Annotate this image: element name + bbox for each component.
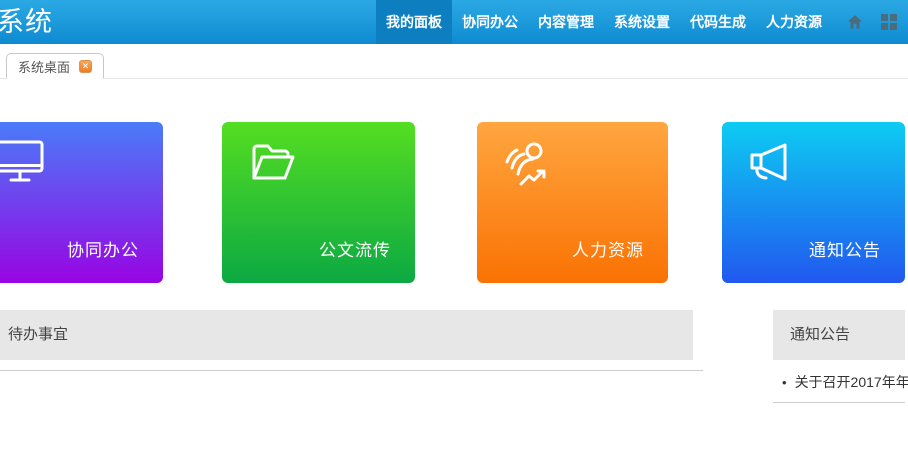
notice-list-item[interactable]: • 关于召开2017年年 <box>773 369 908 396</box>
tile-notice[interactable]: 通知公告 <box>722 122 905 283</box>
nav-item-code-gen[interactable]: 代码生成 <box>680 0 756 44</box>
tile-label: 人力资源 <box>572 236 644 261</box>
tile-label: 协同办公 <box>67 236 139 261</box>
nav-item-my-dashboard[interactable]: 我的面板 <box>376 0 452 44</box>
notice-separator <box>773 402 905 403</box>
people-trend-icon <box>503 140 553 188</box>
bullet-icon: • <box>782 369 787 396</box>
tile-hr[interactable]: 人力资源 <box>477 122 668 283</box>
megaphone-icon <box>748 140 796 186</box>
header-icon-group <box>846 0 898 44</box>
main-nav: 我的面板 协同办公 内容管理 系统设置 代码生成 人力资源 <box>376 0 832 44</box>
tile-label: 通知公告 <box>809 236 881 261</box>
header-spacer <box>53 0 376 44</box>
grid-icon[interactable] <box>880 13 898 31</box>
tab-bar: 系统桌面 ✕ <box>0 44 908 79</box>
nav-item-system-settings[interactable]: 系统设置 <box>604 0 680 44</box>
todo-panel-header: 待办事宜 <box>0 310 693 360</box>
notice-panel-header: 通知公告 <box>773 310 905 360</box>
tile-collaboration[interactable]: 协同办公 <box>0 122 163 283</box>
tile-document-flow[interactable]: 公文流传 <box>222 122 415 283</box>
tab-system-desktop[interactable]: 系统桌面 ✕ <box>6 53 104 79</box>
folder-open-icon <box>248 140 296 186</box>
monitor-icon <box>0 140 44 184</box>
app-window: 系统 我的面板 协同办公 内容管理 系统设置 代码生成 人力资源 <box>0 0 908 454</box>
home-icon[interactable] <box>846 13 864 31</box>
nav-item-hr[interactable]: 人力资源 <box>756 0 832 44</box>
tile-label: 公文流传 <box>319 236 391 261</box>
todo-separator <box>0 370 703 371</box>
tab-label: 系统桌面 <box>18 57 70 76</box>
nav-item-collaboration[interactable]: 协同办公 <box>452 0 528 44</box>
tab-close-icon[interactable]: ✕ <box>79 60 92 73</box>
notice-item-text: 关于召开2017年年 <box>795 374 908 390</box>
app-title: 系统 <box>0 0 53 44</box>
top-header: 系统 我的面板 协同办公 内容管理 系统设置 代码生成 人力资源 <box>0 0 908 44</box>
nav-item-content-mgmt[interactable]: 内容管理 <box>528 0 604 44</box>
